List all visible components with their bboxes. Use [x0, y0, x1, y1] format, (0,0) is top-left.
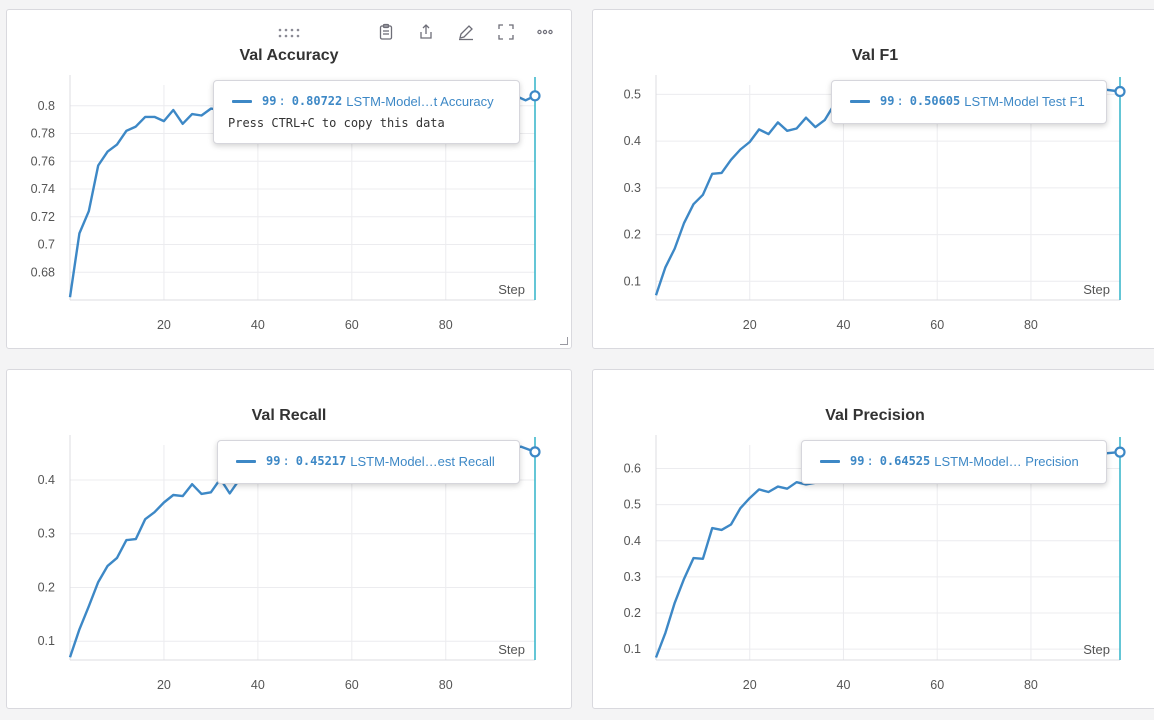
- chart-panel-val-precision[interactable]: Val Precision 0.1 0.2 0.3 0.4 0.5 0.6 20 40 60 80 S…: [592, 369, 1154, 709]
- series-swatch: [820, 459, 840, 463]
- chart-title: Val F1: [852, 47, 898, 64]
- edit-icon[interactable]: [457, 23, 475, 41]
- tooltip-step: 99: [266, 454, 281, 468]
- chart-tooltip: 99 : 0.64525 LSTM-Model… Precision: [801, 440, 1107, 484]
- chart-panel-val-recall[interactable]: Val Recall 0.1 0.2 0.3 0.4 20 40 60 80 Step 99 : …: [6, 369, 572, 709]
- chart-tooltip: 99 : 0.80722 LSTM-Model…t Accuracy Press…: [213, 80, 520, 144]
- x-tick-label: 60: [930, 678, 944, 692]
- tooltip-series-label: LSTM-Model… Precision: [934, 453, 1079, 469]
- tooltip-step: 99: [850, 454, 865, 468]
- y-tick-label: 0.6: [624, 461, 641, 475]
- tooltip-series-label: LSTM-Model…est Recall: [350, 453, 495, 469]
- x-tick-label: 40: [837, 318, 851, 332]
- series-swatch: [232, 99, 252, 103]
- y-tick-label: 0.4: [38, 473, 55, 487]
- y-tick-label: 0.1: [38, 634, 55, 648]
- series-swatch: [236, 459, 256, 463]
- y-tick-label: 0.1: [624, 274, 641, 288]
- x-tick-label: 40: [251, 318, 265, 332]
- data-point-marker: [529, 90, 541, 102]
- resize-handle[interactable]: [560, 337, 568, 345]
- data-point-marker: [1114, 446, 1126, 458]
- chart-val-accuracy: Val Accuracy 0.68 0.7 0.72 0.74 0.76 0.78 0.8 20…: [31, 47, 541, 332]
- tooltip-value: 0.80722: [291, 94, 343, 108]
- x-tick-label: 40: [837, 678, 851, 692]
- tooltip-value: 0.64525: [879, 454, 931, 468]
- x-tick-label: 60: [930, 318, 944, 332]
- x-tick-label: 20: [157, 318, 171, 332]
- data-point-marker: [529, 446, 541, 458]
- y-tick-label: 0.5: [624, 87, 641, 101]
- series-swatch: [850, 99, 870, 103]
- y-tick-label: 0.2: [624, 228, 641, 242]
- clipboard-icon[interactable]: [377, 23, 395, 41]
- chart-panel-val-f1[interactable]: Val F1 0.1 0.2 0.3 0.4 0.5 20 40 60 80 Step 99 : 0…: [592, 9, 1154, 349]
- panel-toolbar: [7, 23, 571, 43]
- data-point-marker: [1114, 85, 1126, 98]
- chart-title: Val Recall: [252, 407, 327, 424]
- x-tick-label: 80: [1024, 318, 1038, 332]
- chart-val-recall: Val Recall 0.1 0.2 0.3 0.4 20 40 60 80 Step: [38, 407, 541, 692]
- x-axis-label: Step: [1083, 642, 1110, 657]
- tooltip-step: 99: [262, 94, 277, 108]
- share-icon[interactable]: [417, 23, 435, 41]
- x-tick-label: 40: [251, 678, 265, 692]
- x-axis-label: Step: [498, 642, 525, 657]
- tooltip-copy-hint: Press CTRL+C to copy this data: [228, 116, 445, 130]
- tooltip-value: 0.50605: [909, 94, 961, 108]
- y-tick-label: 0.1: [624, 642, 641, 656]
- tooltip-series-label: LSTM-Model…t Accuracy: [346, 93, 494, 109]
- x-tick-label: 60: [345, 678, 359, 692]
- y-tick-label: 0.3: [38, 527, 55, 541]
- chart-panel-val-accuracy[interactable]: Val Accuracy 0.68 0.7 0.72 0.74 0.76 0.78 0.8 20…: [6, 9, 572, 349]
- y-tick-label: 0.8: [38, 99, 55, 113]
- x-tick-label: 80: [439, 318, 453, 332]
- y-tick-label: 0.78: [31, 127, 55, 141]
- tooltip-step: 99: [880, 94, 895, 108]
- tooltip-series-label: LSTM-Model Test F1: [964, 93, 1085, 109]
- y-tick-label: 0.2: [624, 606, 641, 620]
- chart-title: Val Accuracy: [239, 47, 338, 64]
- fullscreen-icon[interactable]: [497, 23, 515, 41]
- chart-tooltip: 99 : 0.45217 LSTM-Model…est Recall: [217, 440, 520, 484]
- tooltip-value: 0.45217: [295, 454, 347, 468]
- chart-tooltip: 99 : 0.50605 LSTM-Model Test F1: [831, 80, 1107, 124]
- x-tick-label: 20: [743, 678, 757, 692]
- x-tick-label: 20: [157, 678, 171, 692]
- x-tick-label: 80: [1024, 678, 1038, 692]
- y-tick-label: 0.4: [624, 134, 641, 148]
- y-tick-label: 0.72: [31, 210, 55, 224]
- y-tick-label: 0.74: [31, 182, 55, 196]
- y-tick-label: 0.3: [624, 181, 641, 195]
- chart-title: Val Precision: [825, 407, 925, 424]
- chart-val-f1: Val F1 0.1 0.2 0.3 0.4 0.5 20 40 60 80 Step: [624, 47, 1126, 332]
- y-tick-label: 0.3: [624, 570, 641, 584]
- y-tick-label: 0.2: [38, 580, 55, 594]
- y-tick-label: 0.4: [624, 534, 641, 548]
- x-tick-label: 60: [345, 318, 359, 332]
- y-tick-label: 0.76: [31, 154, 55, 168]
- x-axis-label: Step: [1083, 282, 1110, 297]
- chart-val-precision: Val Precision 0.1 0.2 0.3 0.4 0.5 0.6 20 40 60 80 S…: [624, 407, 1126, 692]
- y-tick-label: 0.68: [31, 265, 55, 279]
- x-tick-label: 20: [743, 318, 757, 332]
- y-tick-label: 0.7: [38, 238, 55, 252]
- y-tick-label: 0.5: [624, 498, 641, 512]
- x-tick-label: 80: [439, 678, 453, 692]
- more-icon[interactable]: [536, 23, 554, 41]
- x-axis-label: Step: [498, 282, 525, 297]
